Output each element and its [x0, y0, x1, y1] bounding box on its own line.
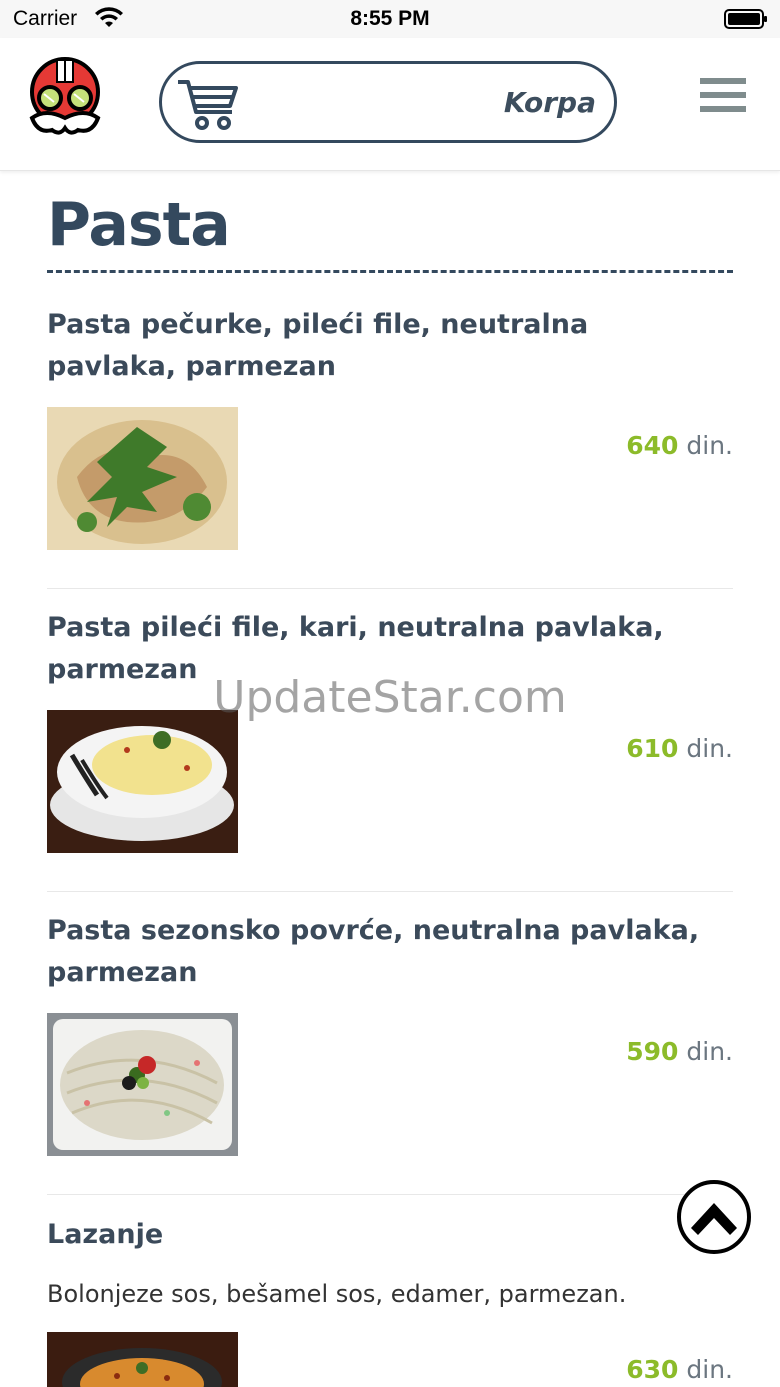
title-divider	[47, 270, 733, 273]
item-description: Bolonjeze sos, bešamel sos, edamer, parm…	[47, 1280, 627, 1308]
menu-bar	[700, 92, 746, 98]
price-amount: 610	[626, 734, 679, 763]
hamburger-menu-icon[interactable]	[700, 78, 746, 114]
item-price: 630 din.	[626, 1355, 733, 1384]
item-price: 610 din.	[626, 734, 733, 763]
shopping-cart-icon	[178, 80, 238, 130]
item-divider	[47, 891, 733, 892]
price-amount: 640	[626, 431, 679, 460]
item-divider	[47, 1194, 733, 1195]
price-amount: 630	[626, 1355, 679, 1384]
page-title: Pasta	[47, 190, 231, 260]
item-name: Lazanje	[47, 1219, 164, 1250]
cart-label: Korpa	[503, 86, 596, 119]
item-divider	[47, 588, 733, 589]
clock: 8:55 PM	[350, 7, 430, 30]
menu-item[interactable]: Pasta pileći file, kari, neutralna pavla…	[47, 607, 733, 892]
item-name: Pasta pileći file, kari, neutralna pavla…	[47, 612, 664, 685]
menu-item[interactable]: Pasta sezonsko povrće, neutralna pavlaka…	[47, 910, 733, 1195]
battery-icon	[724, 9, 767, 29]
menu-bar	[700, 78, 746, 84]
cart-button[interactable]: Korpa	[159, 61, 617, 143]
item-photo[interactable]	[47, 1332, 238, 1387]
scroll-to-top-button[interactable]	[677, 1180, 751, 1254]
item-price: 590 din.	[626, 1037, 733, 1066]
app-header: Korpa	[0, 38, 780, 171]
price-amount: 590	[626, 1037, 679, 1066]
status-bar: Carrier 8:55 PM	[0, 0, 780, 38]
item-photo[interactable]	[47, 407, 238, 550]
item-name: Pasta pečurke, pileći file, neutralna pa…	[47, 309, 589, 382]
menu-bar	[700, 106, 746, 112]
item-photo[interactable]	[47, 1013, 238, 1156]
price-currency: din.	[678, 1037, 733, 1066]
item-price: 640 din.	[626, 431, 733, 460]
item-name: Pasta sezonsko povrće, neutralna pavlaka…	[47, 915, 700, 988]
item-photo[interactable]	[47, 710, 238, 853]
chef-mascot-logo[interactable]	[26, 56, 104, 138]
chevron-up-icon	[691, 1203, 737, 1235]
menu-item[interactable]: Lazanje Bolonjeze sos, bešamel sos, edam…	[47, 1214, 733, 1387]
price-currency: din.	[678, 431, 733, 460]
price-currency: din.	[678, 734, 733, 763]
menu-item[interactable]: Pasta pečurke, pileći file, neutralna pa…	[47, 304, 733, 589]
price-currency: din.	[678, 1355, 733, 1384]
